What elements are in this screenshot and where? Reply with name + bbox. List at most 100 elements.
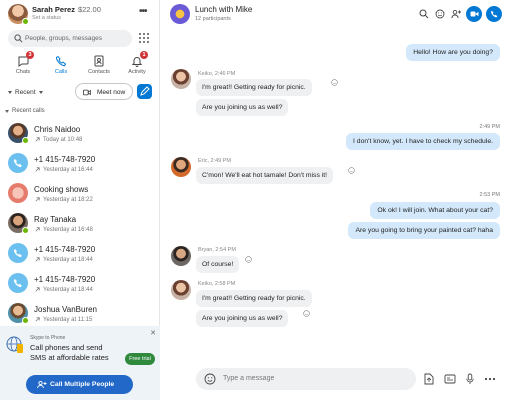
online-status-dot (22, 137, 29, 144)
search-box[interactable]: People, groups, messages (8, 30, 132, 47)
outgoing-call-icon (35, 257, 40, 262)
call-list-item[interactable]: +1 415-748-7920 Yesterday at 18:44 (0, 239, 160, 269)
outgoing-message[interactable]: Are you going to bring your painted cat?… (348, 222, 500, 239)
call-time-text: Yesterday at 18:44 (43, 256, 93, 263)
tab-contacts[interactable]: Contacts (82, 53, 116, 81)
call-multiple-label: Call Multiple People (50, 380, 115, 388)
message-input[interactable]: Type a message (223, 375, 274, 382)
profile-header[interactable]: Sarah Perez $22.00 Set a status ••• (0, 0, 160, 28)
recent-calls-label: Recent calls (12, 108, 45, 114)
timestamp: 2:53 PM (479, 192, 500, 198)
more-options-icon[interactable]: ••• (139, 6, 147, 17)
call-multiple-people-button[interactable]: Call Multiple People (26, 375, 133, 394)
chat-title[interactable]: Lunch with Mike (195, 5, 252, 14)
incoming-message[interactable]: Are you joining us as well? (196, 99, 289, 116)
emoji-react-icon[interactable] (348, 167, 355, 174)
call-time-text: Yesterday at 16:48 (43, 226, 93, 233)
outgoing-call-icon (35, 197, 40, 202)
tab-activity[interactable]: 1 Activity (120, 51, 154, 81)
outgoing-call-icon (35, 227, 40, 232)
meet-now-button[interactable]: Meet now (75, 83, 133, 100)
chevron-down-icon (8, 90, 12, 94)
online-status-dot (22, 18, 29, 25)
call-list-item[interactable]: +1 415-748-7920 Yesterday at 18:44 (0, 269, 160, 299)
recent-calls-header[interactable]: Recent calls (5, 108, 45, 114)
profile-status[interactable]: Set a status (32, 15, 61, 21)
search-input[interactable]: People, groups, messages (25, 35, 102, 42)
message-input-bar[interactable]: Type a message (196, 368, 416, 390)
incoming-message[interactable]: Of course! (196, 256, 240, 273)
send-file-icon[interactable] (423, 373, 435, 385)
outgoing-message[interactable]: Hello! How are you doing? (406, 44, 500, 61)
main-nav: 3 Chats Calls Contacts 1 Activity (0, 51, 160, 83)
group-avatar[interactable] (170, 4, 190, 24)
call-list-item[interactable]: Chris Naidoo Today at 10:48 (0, 119, 160, 149)
call-time: Yesterday at 18:22 (34, 196, 93, 203)
emoji-react-icon[interactable] (245, 256, 252, 263)
avatar[interactable] (171, 69, 191, 89)
call-list-item[interactable]: Cooking shows Yesterday at 18:22 (0, 179, 160, 209)
search-icon[interactable] (419, 9, 429, 19)
call-time-text: Yesterday at 11:15 (43, 316, 93, 323)
chats-badge: 3 (26, 51, 34, 59)
call-name: +1 415-748-7920 (34, 155, 96, 164)
close-icon[interactable]: ✕ (150, 329, 156, 337)
outgoing-call-icon (35, 137, 40, 142)
tab-calls[interactable]: Calls (44, 53, 78, 81)
chat-panel: Lunch with Mike 12 participants Hello! H… (160, 0, 512, 400)
outgoing-message[interactable]: I don't know, yet. I have to check my sc… (346, 133, 500, 150)
profile-avatar[interactable] (8, 4, 29, 25)
avatar[interactable] (171, 246, 191, 266)
outgoing-call-icon (35, 317, 40, 322)
new-chat-button[interactable] (137, 84, 152, 99)
contact-card-icon[interactable] (444, 373, 456, 385)
incoming-message[interactable]: Are you joining us as well? (196, 310, 289, 327)
tab-calls-label: Calls (54, 69, 68, 75)
emoji-icon[interactable] (435, 9, 445, 19)
call-list-item[interactable]: +1 415-748-7920 Yesterday at 16:44 (0, 149, 160, 179)
skype-to-phone-promo: ✕ Skype to Phone Call phones and send SM… (0, 326, 160, 400)
emoji-react-icon[interactable] (331, 79, 338, 86)
tab-chats[interactable]: 3 Chats (6, 51, 40, 81)
chevron-down-icon (5, 109, 9, 113)
call-time: Yesterday at 11:15 (34, 316, 92, 323)
phone-avatar-icon (8, 153, 28, 173)
add-people-icon[interactable] (451, 9, 461, 19)
emoji-react-icon[interactable] (303, 310, 310, 317)
more-options-icon[interactable] (484, 373, 496, 385)
audio-call-button[interactable] (486, 6, 502, 22)
recent-filter-dropdown[interactable]: Recent (8, 86, 43, 98)
outgoing-call-icon (35, 287, 40, 292)
chat-participants[interactable]: 12 participants (195, 16, 231, 22)
avatar[interactable] (171, 280, 191, 300)
call-name: Joshua VanBuren (34, 305, 98, 314)
call-name: +1 415-748-7920 (34, 275, 96, 284)
promo-text: Call phones and send SMS at affordable r… (30, 343, 109, 362)
message-sender: Keiko, 2:58 PM (198, 281, 236, 287)
emoji-icon[interactable] (204, 373, 216, 385)
call-list-item[interactable]: Ray Tanaka Yesterday at 16:48 (0, 209, 160, 239)
phone-avatar-icon (8, 273, 28, 293)
incoming-message[interactable]: I'm great!! Getting ready for picnic. (196, 290, 312, 307)
recent-filter-label: Recent (15, 88, 36, 96)
free-trial-button[interactable]: Free trial (125, 353, 155, 365)
avatar (8, 183, 28, 203)
microphone-icon[interactable] (464, 373, 476, 385)
incoming-message[interactable]: C'mon! We'll eat hot tamale! Don't miss … (196, 167, 334, 184)
call-list-item[interactable]: Joshua VanBuren Yesterday at 11:15 (0, 299, 160, 329)
call-name: +1 415-748-7920 (34, 245, 96, 254)
incoming-message[interactable]: I'm great!! Getting ready for picnic. (196, 79, 312, 96)
call-time: Yesterday at 18:44 (34, 286, 93, 293)
avatar[interactable] (171, 157, 191, 177)
call-name: Ray Tanaka (34, 215, 77, 224)
online-status-dot (22, 227, 29, 234)
call-time-text: Yesterday at 18:44 (43, 286, 93, 293)
tab-activity-label: Activity (128, 69, 146, 75)
video-call-button[interactable] (466, 6, 482, 22)
bell-icon: 1 (131, 51, 148, 67)
dialpad-icon[interactable] (138, 32, 150, 44)
outgoing-message[interactable]: Ok ok! I will join. What about your cat? (370, 202, 500, 219)
phone-icon (490, 10, 497, 18)
call-name: Cooking shows (34, 185, 89, 194)
call-time: Yesterday at 16:44 (34, 166, 93, 173)
